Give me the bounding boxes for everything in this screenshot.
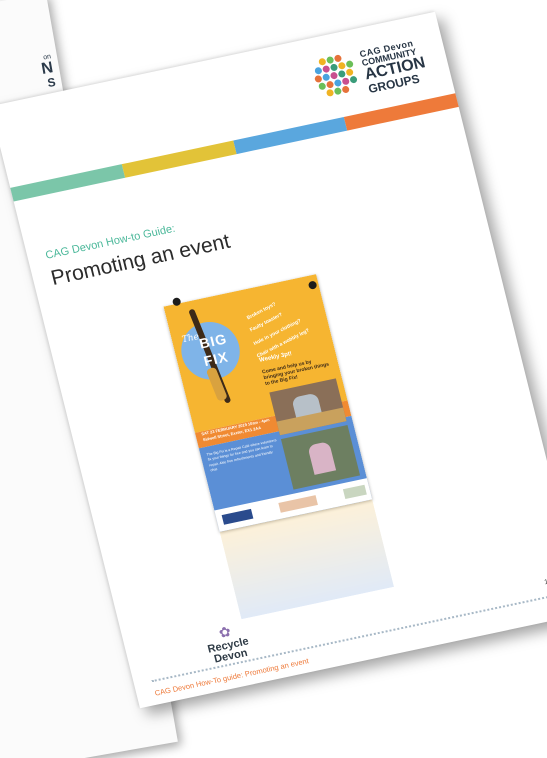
logo-dot (341, 85, 350, 94)
color-stripe-4 (344, 93, 459, 131)
document-mockup: on N S CAG Devon COMMUNITY ACTION GROUPS… (0, 0, 547, 758)
logo-dot (329, 63, 338, 72)
logo-dot (317, 82, 327, 91)
color-stripe-2 (121, 140, 237, 178)
poster-logo-cag (342, 484, 367, 500)
back-logo-line3: S (46, 74, 57, 91)
logo-dot (333, 78, 342, 88)
logo-dot (348, 75, 358, 84)
back-page-logo: on N S (39, 53, 57, 91)
poster-body: The BIG FIX Broken toys? Faulty toaster?… (163, 274, 373, 532)
event-poster: The BIG FIX Broken toys? Faulty toaster?… (163, 274, 395, 620)
logo-dot (321, 65, 331, 74)
logo-text: CAG Devon COMMUNITY ACTION GROUPS (359, 38, 430, 96)
color-stripes (10, 93, 459, 202)
logo-dot (333, 87, 342, 96)
logo-dot (313, 66, 323, 75)
color-stripe-3 (232, 116, 348, 155)
cag-devon-logo: CAG Devon COMMUNITY ACTION GROUPS (310, 38, 430, 106)
logo-dot (325, 80, 335, 89)
color-stripe-1 (10, 164, 125, 202)
logo-dot (325, 88, 335, 98)
logo-dot (337, 61, 346, 70)
logo-dots-icon (310, 52, 364, 104)
logo-dot (345, 60, 354, 69)
photo-person-2 (307, 441, 337, 475)
logo-dot (341, 77, 350, 86)
